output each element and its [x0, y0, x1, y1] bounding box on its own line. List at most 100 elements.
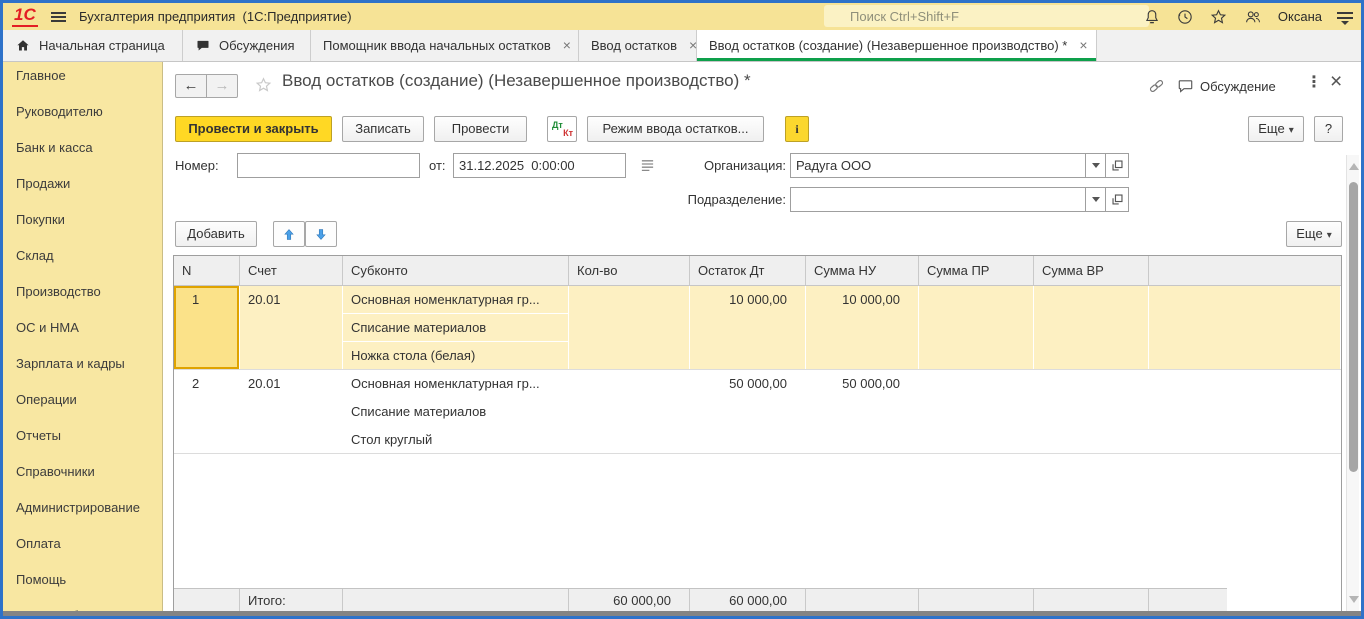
sidebar-item-purchases[interactable]: Покупки [3, 202, 162, 238]
move-row-down-button[interactable] [305, 221, 337, 247]
sidebar-item-sales[interactable]: Продажи [3, 166, 162, 202]
tab-home[interactable]: Начальная страница [3, 30, 183, 61]
discussion-icon[interactable] [1176, 77, 1195, 95]
vertical-scrollbar[interactable] [1346, 155, 1359, 611]
sidebar-item-salary-hr[interactable]: Зарплата и кадры [3, 346, 162, 382]
notifications-bell-icon[interactable] [1143, 8, 1161, 26]
tab-close-icon[interactable]: × [563, 30, 571, 61]
more-menu-icon[interactable]: ⋮ [1306, 73, 1322, 93]
grid-more-button[interactable]: Еще ▾ [1286, 221, 1342, 247]
organization-dropdown-button[interactable] [1085, 153, 1106, 178]
subconto-line[interactable]: Ножка стола (белая) [343, 342, 568, 369]
column-sum-vr[interactable]: Сумма ВР [1034, 256, 1149, 285]
tab-assistant[interactable]: Помощник ввода начальных остатков × [311, 30, 579, 61]
sidebar-item-clipped[interactable]: Дружелюбная поддержка [3, 598, 162, 611]
discussion-label[interactable]: Обсуждение [1200, 79, 1276, 94]
main-menu-icon[interactable] [51, 12, 66, 14]
info-button[interactable]: i [785, 116, 809, 142]
subconto-line[interactable]: Списание материалов [343, 314, 568, 342]
subconto-line[interactable]: Основная номенклатурная гр... [343, 286, 568, 314]
sidebar-item-operations[interactable]: Операции [3, 382, 162, 418]
sidebar-item-main[interactable]: Главное [3, 62, 162, 94]
tab-close-icon[interactable]: × [689, 30, 697, 61]
subconto-line[interactable]: Стол круглый [343, 426, 568, 453]
history-icon[interactable] [1176, 8, 1194, 26]
department-dropdown-button[interactable] [1085, 187, 1106, 212]
back-button[interactable]: ← [175, 74, 207, 98]
post-and-close-button[interactable]: Провести и закрыть [175, 116, 332, 142]
save-button[interactable]: Записать [342, 116, 424, 142]
balances-table: N Счет Субконто Кол-во Остаток Дт Сумма … [173, 255, 1342, 613]
column-subconto[interactable]: Субконто [343, 256, 569, 285]
sidebar-item-directories[interactable]: Справочники [3, 454, 162, 490]
cell-sum-pr[interactable] [919, 370, 1034, 453]
sidebar-item-bank-cash[interactable]: Банк и касса [3, 130, 162, 166]
post-button[interactable]: Провести [434, 116, 527, 142]
move-row-up-button[interactable] [273, 221, 305, 247]
balance-entry-mode-button[interactable]: Режим ввода остатков... [587, 116, 764, 142]
department-open-button[interactable] [1105, 187, 1129, 212]
sidebar-item-manager[interactable]: Руководителю [3, 94, 162, 130]
cell-sum-nu[interactable]: 50 000,00 [806, 370, 919, 453]
subconto-line[interactable]: Основная номенклатурная гр... [343, 370, 568, 398]
cell-empty[interactable] [1149, 286, 1341, 369]
service-menu-icon[interactable] [1337, 10, 1353, 25]
forward-button[interactable]: → [206, 74, 238, 98]
add-to-favorites-star-icon[interactable] [254, 76, 273, 94]
column-n[interactable]: N [174, 256, 240, 285]
cell-sum-vr[interactable] [1034, 370, 1149, 453]
cell-sum-pr[interactable] [919, 286, 1034, 369]
cell-sum-vr[interactable] [1034, 286, 1149, 369]
sidebar-item-reports[interactable]: Отчеты [3, 418, 162, 454]
search-input[interactable] [824, 5, 1149, 27]
organization-input[interactable] [790, 153, 1086, 178]
department-input[interactable] [790, 187, 1086, 212]
help-button[interactable]: ? [1314, 116, 1343, 142]
show-postings-dtkt-button[interactable]: Дт Кт [547, 116, 577, 142]
tab-discussions[interactable]: Обсуждения [183, 30, 311, 61]
tab-balances-create-active[interactable]: Ввод остатков (создание) (Незавершенное … [697, 30, 1097, 61]
cell-quantity[interactable] [569, 370, 690, 453]
column-sum-pr[interactable]: Сумма ПР [919, 256, 1034, 285]
cell-subconto[interactable]: Основная номенклатурная гр... Списание м… [343, 370, 569, 453]
user-sessions-icon[interactable] [1243, 8, 1263, 26]
sidebar-item-fixed-assets[interactable]: ОС и НМА [3, 310, 162, 346]
table-row[interactable]: 2 20.01 Основная номенклатурная гр... Сп… [174, 370, 1341, 454]
cell-subconto[interactable]: Основная номенклатурная гр... Списание м… [343, 286, 569, 369]
tab-close-icon[interactable]: × [1079, 30, 1087, 61]
subconto-line[interactable]: Списание материалов [343, 398, 568, 426]
cell-row-number[interactable]: 1 [174, 286, 240, 369]
column-quantity[interactable]: Кол-во [569, 256, 690, 285]
current-user-name[interactable]: Оксана [1278, 9, 1322, 24]
horizontal-scrollbar[interactable] [3, 611, 1361, 616]
get-link-icon[interactable] [1147, 77, 1166, 95]
cell-row-number[interactable]: 2 [174, 370, 240, 453]
cell-balance-dt[interactable]: 10 000,00 [690, 286, 806, 369]
column-sum-nu[interactable]: Сумма НУ [806, 256, 919, 285]
date-input[interactable] [453, 153, 626, 178]
scroll-down-arrow-icon[interactable] [1349, 596, 1359, 603]
cell-account[interactable]: 20.01 [240, 370, 343, 453]
add-row-button[interactable]: Добавить [175, 221, 257, 247]
tab-balances[interactable]: Ввод остатков × [579, 30, 697, 61]
sidebar-item-payment[interactable]: Оплата [3, 526, 162, 562]
number-input[interactable] [237, 153, 420, 178]
favorites-star-icon[interactable] [1209, 8, 1228, 26]
sidebar-item-help[interactable]: Помощь [3, 562, 162, 598]
organization-open-button[interactable] [1105, 153, 1129, 178]
scrollbar-thumb[interactable] [1349, 182, 1358, 472]
cell-account[interactable]: 20.01 [240, 286, 343, 369]
sidebar-item-administration[interactable]: Администрирование [3, 490, 162, 526]
column-balance-dt[interactable]: Остаток Дт [690, 256, 806, 285]
sidebar-item-warehouse[interactable]: Склад [3, 238, 162, 274]
cell-balance-dt[interactable]: 50 000,00 [690, 370, 806, 453]
more-actions-button[interactable]: Еще ▾ [1248, 116, 1304, 142]
sidebar-item-production[interactable]: Производство [3, 274, 162, 310]
column-account[interactable]: Счет [240, 256, 343, 285]
close-form-icon[interactable]: × [1330, 70, 1342, 94]
cell-quantity[interactable] [569, 286, 690, 369]
scroll-up-arrow-icon[interactable] [1349, 163, 1359, 170]
table-row[interactable]: 1 20.01 Основная номенклатурная гр... Сп… [174, 286, 1341, 370]
cell-sum-nu[interactable]: 10 000,00 [806, 286, 919, 369]
cell-empty[interactable] [1149, 370, 1341, 453]
